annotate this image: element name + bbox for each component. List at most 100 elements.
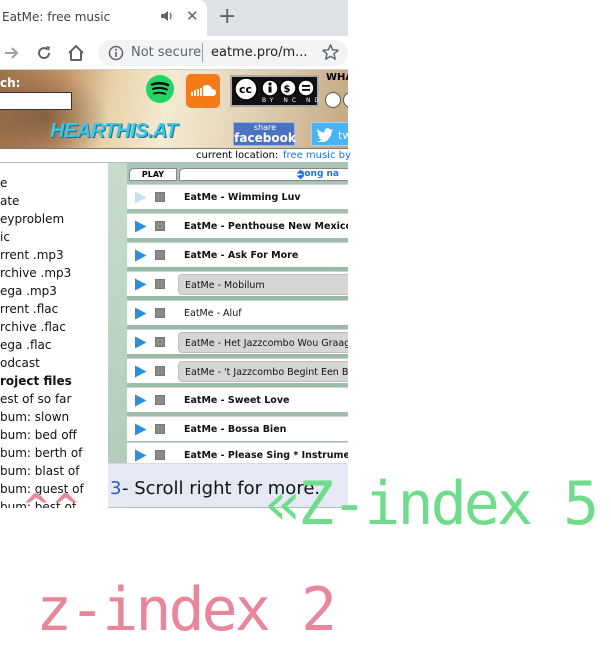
address-bar[interactable]: Not secure eatme.pro/m... bbox=[98, 40, 348, 66]
nav-item[interactable]: odcast bbox=[0, 356, 40, 370]
reload-icon[interactable] bbox=[34, 43, 54, 63]
stop-icon[interactable] bbox=[155, 279, 165, 289]
search-input[interactable] bbox=[0, 92, 72, 110]
nav-item[interactable]: bum: blast of bbox=[0, 464, 79, 478]
url-separator bbox=[202, 43, 203, 62]
nav-item[interactable]: ic bbox=[0, 230, 10, 244]
scroll-hint-number: 3 bbox=[110, 478, 122, 499]
play-cell bbox=[127, 388, 177, 412]
spotify-icon[interactable] bbox=[145, 74, 175, 104]
nav-section-heading: roject files bbox=[0, 374, 72, 388]
playlist-panel: PLAY song na EatMe - Wimming Luv EatMe -… bbox=[108, 163, 348, 508]
browser-tab[interactable]: EatMe: free music ✕ bbox=[0, 0, 207, 36]
play-column-header[interactable]: PLAY bbox=[129, 168, 177, 181]
song-title[interactable]: EatMe - Ask For More bbox=[178, 245, 348, 266]
song-title[interactable]: EatMe - Aluf bbox=[178, 303, 348, 324]
stop-icon[interactable] bbox=[155, 395, 165, 405]
play-icon[interactable] bbox=[134, 191, 147, 204]
play-icon[interactable] bbox=[134, 423, 147, 436]
play-icon[interactable] bbox=[134, 249, 147, 262]
stop-icon[interactable] bbox=[155, 192, 165, 202]
location-label: current location: bbox=[196, 150, 279, 161]
z-index-2-annotation: z-index 2 bbox=[36, 575, 337, 645]
play-icon[interactable] bbox=[134, 307, 147, 320]
forward-arrow-icon[interactable] bbox=[2, 43, 22, 63]
nav-item[interactable]: rrent .mp3 bbox=[0, 248, 64, 262]
facebook-share-button[interactable]: share facebook bbox=[233, 122, 296, 146]
svg-text:cc: cc bbox=[239, 83, 252, 96]
stop-icon[interactable] bbox=[155, 366, 165, 376]
radio-option-icon[interactable] bbox=[343, 92, 348, 108]
nav-item[interactable]: rrent .flac bbox=[0, 302, 58, 316]
home-icon[interactable] bbox=[66, 43, 86, 63]
creative-commons-badge[interactable]: cc $ BY NC ND bbox=[230, 75, 319, 107]
play-cell bbox=[127, 214, 177, 238]
stop-icon[interactable] bbox=[155, 424, 165, 434]
nav-item[interactable]: bum: berth of bbox=[0, 446, 82, 460]
nav-item[interactable]: ega .mp3 bbox=[0, 284, 57, 298]
play-icon[interactable] bbox=[134, 220, 147, 233]
nav-item[interactable]: est of so far bbox=[0, 392, 71, 406]
tab-title: EatMe: free music bbox=[2, 10, 111, 24]
song-title[interactable]: EatMe - Bossa Bien bbox=[178, 419, 348, 440]
stop-icon[interactable] bbox=[155, 221, 165, 231]
play-cell bbox=[127, 185, 177, 209]
what-label: WHA bbox=[326, 72, 348, 83]
soundcloud-icon[interactable] bbox=[186, 74, 220, 108]
nav-item[interactable]: ega .flac bbox=[0, 338, 52, 352]
location-link[interactable]: free music by bbox=[283, 150, 351, 161]
browser-toolbar: Not secure eatme.pro/m... bbox=[0, 36, 348, 70]
song-row: EatMe - Sweet Love bbox=[127, 387, 348, 412]
site-header-banner: ch: cc $ BY NC ND WHA HEARTHIS.AT bbox=[0, 70, 348, 148]
left-navigation: e ate eyproblem ic rrent .mp3 rchive .mp… bbox=[0, 163, 108, 508]
close-icon[interactable]: ✕ bbox=[186, 8, 199, 24]
nav-item[interactable]: bum: slown bbox=[0, 410, 69, 424]
nav-item[interactable]: ate bbox=[0, 194, 19, 208]
song-row: EatMe - Het Jazzcombo Wou Graag Hard bbox=[127, 329, 348, 354]
nav-item[interactable]: bum: bed off bbox=[0, 428, 77, 442]
speaker-icon[interactable] bbox=[160, 9, 174, 23]
url-text[interactable]: eatme.pro/m... bbox=[211, 45, 308, 60]
stop-icon[interactable] bbox=[155, 250, 165, 260]
stop-icon[interactable] bbox=[155, 308, 165, 318]
playlist-margin bbox=[108, 163, 127, 508]
nav-item[interactable]: e bbox=[0, 176, 7, 190]
song-row: EatMe - Aluf bbox=[127, 300, 348, 325]
song-row: EatMe - Penthouse New Mexico bbox=[127, 213, 348, 238]
bookmark-star-icon[interactable] bbox=[321, 43, 340, 62]
nav-item[interactable]: eyproblem bbox=[0, 212, 64, 226]
song-title[interactable]: EatMe - Mobilum bbox=[178, 274, 348, 295]
song-row: EatMe - Bossa Bien bbox=[127, 416, 348, 441]
stop-icon[interactable] bbox=[155, 450, 165, 460]
twitter-bird-icon bbox=[316, 128, 333, 142]
play-cell bbox=[127, 272, 177, 296]
play-icon[interactable] bbox=[134, 336, 147, 349]
stop-icon[interactable] bbox=[155, 337, 165, 347]
play-icon[interactable] bbox=[134, 278, 147, 291]
song-title[interactable]: EatMe - 't Jazzcombo Begint Een Beetje bbox=[178, 361, 348, 382]
play-cell bbox=[127, 243, 177, 267]
radio-option-icon[interactable] bbox=[325, 92, 341, 108]
nav-item[interactable]: rchive .mp3 bbox=[0, 266, 71, 280]
play-cell bbox=[127, 359, 177, 383]
search-label: ch: bbox=[0, 76, 21, 90]
nav-item[interactable]: rchive .flac bbox=[0, 320, 66, 334]
browser-chrome: EatMe: free music ✕ + Not secure eatme.p bbox=[0, 0, 348, 70]
song-title[interactable]: EatMe - Sweet Love bbox=[178, 390, 348, 411]
new-tab-button[interactable]: + bbox=[218, 5, 236, 29]
play-cell bbox=[127, 301, 177, 325]
hearthis-logo[interactable]: HEARTHIS.AT bbox=[50, 120, 178, 143]
info-icon[interactable] bbox=[108, 45, 124, 61]
song-title[interactable]: EatMe - Wimming Luv bbox=[178, 187, 348, 208]
sort-icon[interactable] bbox=[295, 169, 306, 180]
play-icon[interactable] bbox=[134, 394, 147, 407]
song-title[interactable]: EatMe - Penthouse New Mexico bbox=[178, 216, 348, 237]
song-name-column-header[interactable]: song na bbox=[179, 168, 348, 181]
play-icon[interactable] bbox=[134, 449, 147, 462]
security-label: Not secure bbox=[131, 45, 202, 60]
svg-text:$: $ bbox=[284, 84, 291, 95]
caret-annotation: ^^ bbox=[22, 487, 81, 527]
twitter-share-button[interactable]: tw bbox=[311, 122, 348, 146]
song-title[interactable]: EatMe - Het Jazzcombo Wou Graag Hard bbox=[178, 332, 348, 353]
play-icon[interactable] bbox=[134, 365, 147, 378]
